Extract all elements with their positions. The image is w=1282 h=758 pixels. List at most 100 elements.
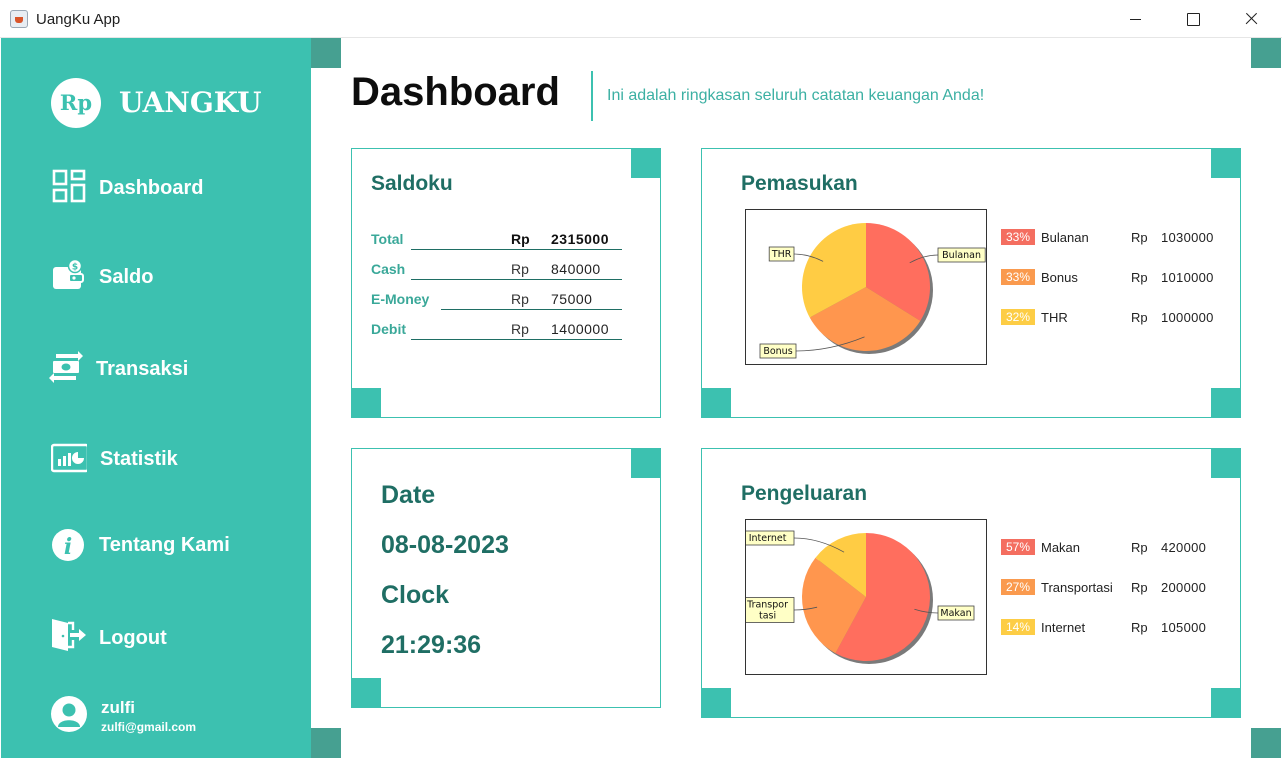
card-corner [631,448,661,478]
pemasukan-pie-svg: Bulanan Bonus THR [759,223,986,359]
pengeluaran-card: Pengeluaran Makan Transpor tasi Internet 57… [701,448,1241,718]
saldo-currency: Rp [511,261,529,277]
legend-value: 420000 [1161,540,1207,555]
pie-label-bulanan: Bulanan [942,250,981,261]
saldo-value: 2315000 [551,231,610,247]
close-button[interactable] [1222,0,1280,38]
sidebar-item-tentang-kami[interactable]: i Tentang Kami [1,512,311,576]
logout-icon [52,619,86,651]
legend-percent: 57% [1001,539,1035,555]
saldo-value: 1400000 [551,321,610,337]
clock-label: Clock [381,581,450,609]
saldo-currency: Rp [511,291,529,307]
frame-corner [311,728,341,758]
card-corner [1211,388,1241,418]
minimize-button[interactable] [1106,0,1164,38]
card-corner [701,388,731,418]
window-title: UangKu App [36,11,121,28]
sidebar-item-label: Dashboard [99,177,204,199]
logo-text: UANGKU [119,86,262,119]
pengeluaran-pie-svg: MakanTranspor tasiInternet [740,530,975,664]
legend-name: Bonus [1041,270,1078,285]
pemasukan-title: Pemasukan [741,172,858,195]
svg-text:i: i [64,534,72,560]
sidebar-item-label: Tentang Kami [99,534,230,556]
sidebar-item-label: Statistik [100,448,178,470]
page-title: Dashboard [351,70,560,114]
card-corner [1211,688,1241,718]
saldo-underline [411,339,622,340]
sidebar-item-transaksi[interactable]: Transaksi [1,336,311,400]
frame-corner [1251,38,1281,68]
legend-percent: 27% [1001,579,1035,595]
legend-currency: Rp [1131,580,1148,595]
card-corner [351,678,381,708]
user-email: zulfi@gmail.com [101,720,197,734]
page-subtitle: Ini adalah ringkasan seluruh catatan keu… [607,87,985,104]
card-corner [1211,448,1241,478]
legend-percent: 33% [1001,229,1035,245]
java-app-icon [10,10,28,28]
saldo-label: Debit [371,321,406,337]
date-label: Date [381,481,436,509]
sidebar: Rp UANGKU Dashboard $ Saldo Transaksi St… [1,38,311,758]
legend-value: 1030000 [1161,230,1214,245]
sidebar-item-statistik[interactable]: Statistik [1,426,311,490]
legend-currency: Rp [1131,540,1148,555]
date-value: 08-08-2023 [381,531,509,559]
title-bar: UangKu App [0,0,1282,38]
saldo-row-total: Total Rp 2315000 [371,229,641,253]
frame-corner [311,38,341,68]
legend-name: Internet [1041,620,1086,635]
pemasukan-card: Pemasukan Bulanan Bonus THR 33% Bulanan Rp… [701,148,1241,418]
legend-percent: 33% [1001,269,1035,285]
legend-currency: Rp [1131,620,1148,635]
saldo-row-cash: Cash Rp 840000 [371,259,641,283]
saldoku-card: Saldoku Total Rp 2315000 Cash Rp 840000 … [351,148,661,418]
clock-value: 21:29:36 [381,631,482,659]
maximize-button[interactable] [1164,0,1222,38]
saldo-underline [411,249,622,250]
saldo-currency: Rp [511,321,529,337]
sidebar-item-saldo[interactable]: $ Saldo [1,243,311,307]
legend-currency: Rp [1131,310,1148,325]
user-icon [58,703,80,727]
sidebar-item-label: Logout [99,627,167,649]
saldo-underline [411,279,622,280]
card-corner [701,688,731,718]
pemasukan-pie-chart: Bulanan Bonus THR [745,209,987,365]
wallet-icon: $ [53,258,84,289]
saldo-row-emoney: E-Money Rp 75000 [371,289,641,313]
legend-value: 1010000 [1161,270,1214,285]
legend-name: Bulanan [1041,230,1089,245]
datetime-card: Date 08-08-2023 Clock 21:29:36 [351,448,661,708]
info-icon: i [52,529,84,561]
legend-currency: Rp [1131,230,1148,245]
legend-value: 1000000 [1161,310,1214,325]
grid-icon [52,169,86,203]
pie-label-makan: Makan [940,608,971,619]
legend-value: 105000 [1161,620,1207,635]
saldo-label: Total [371,231,404,247]
sidebar-item-dashboard[interactable]: Dashboard [1,153,311,217]
pie-label-bonus: Bonus [763,346,792,357]
saldoku-title: Saldoku [371,172,453,195]
transfer-icon [49,351,83,383]
sidebar-item-label: Transaksi [96,358,189,380]
avatar[interactable] [51,696,87,732]
saldo-label: Cash [371,261,406,277]
legend-name: THR [1041,310,1068,325]
legend-percent: 14% [1001,619,1035,635]
legend-value: 200000 [1161,580,1207,595]
card-corner [1211,148,1241,178]
chart-icon [51,443,87,473]
logo-mark: Rp [51,78,101,128]
pengeluaran-pie-chart: Makan Transpor tasi Internet [740,519,987,675]
sidebar-item-logout[interactable]: Logout [1,603,311,667]
frame-corner [1251,728,1281,758]
pie-label-thr: THR [771,249,792,260]
saldo-currency: Rp [511,231,530,247]
card-corner [631,148,661,178]
header-divider [591,71,593,121]
legend-name: Transportasi [1041,580,1113,595]
